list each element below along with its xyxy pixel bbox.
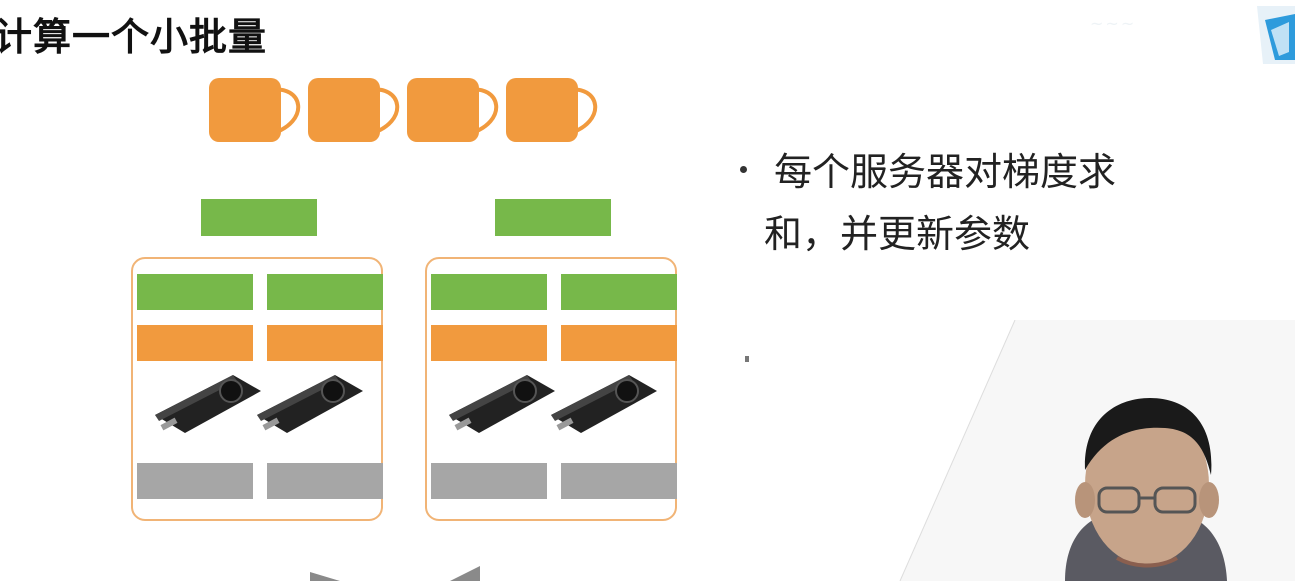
coffee-cup-icon — [308, 78, 400, 142]
gpu-memory-block — [137, 463, 253, 499]
coffee-cup-icon — [209, 78, 301, 142]
bullet-dot — [740, 166, 747, 173]
gpu-card-icon — [449, 375, 555, 433]
gpu-card-icon — [257, 375, 363, 433]
gpu-data-block — [137, 325, 253, 361]
bullet-text-line1: 每个服务器对梯度求 — [774, 150, 1117, 194]
gpu-gradient-block — [431, 274, 547, 310]
coffee-cup-icon — [407, 78, 499, 142]
gpu-data-block — [431, 325, 547, 361]
cursor-mark — [745, 356, 749, 362]
gpu-memory-block — [267, 463, 383, 499]
server-gradient-block — [201, 199, 317, 236]
watermark: ~~~ — [1090, 14, 1137, 33]
presenter-video — [1065, 398, 1227, 581]
slide-title: 计算一个小批量 — [0, 15, 268, 59]
gpu-gradient-block — [267, 274, 383, 310]
server-box — [131, 257, 383, 521]
gpu-gradient-block — [137, 274, 253, 310]
gpu-card-icon — [155, 375, 261, 433]
gpu-data-block — [267, 325, 383, 361]
gpu-gradient-block — [561, 274, 677, 310]
server-box — [425, 257, 677, 521]
coffee-cup-icon — [506, 78, 598, 142]
server-gradient-block — [495, 199, 611, 236]
arrows-partial — [310, 566, 480, 581]
gpu-card-icon — [551, 375, 657, 433]
gpu-memory-block — [431, 463, 547, 499]
gpu-data-block — [561, 325, 677, 361]
gpu-memory-block — [561, 463, 677, 499]
bullet-text-line2: 和，并更新参数 — [764, 212, 1031, 256]
video-logo — [1257, 6, 1295, 64]
